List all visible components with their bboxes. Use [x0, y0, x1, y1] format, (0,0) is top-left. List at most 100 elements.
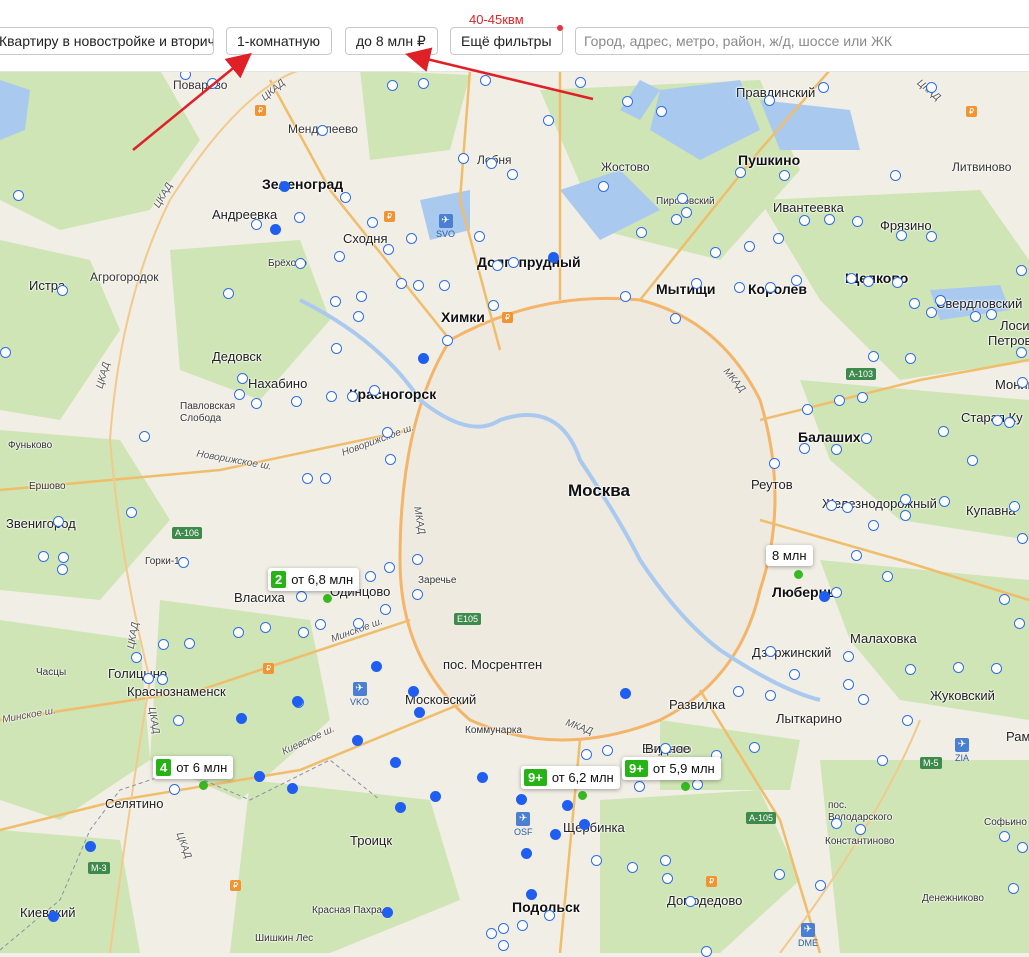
rooms-button[interactable]: 1-комнатную	[226, 27, 332, 55]
listing-marker[interactable]	[178, 557, 189, 568]
listing-marker[interactable]	[735, 167, 746, 178]
listing-marker[interactable]	[953, 662, 964, 673]
listing-marker-filled[interactable]	[414, 707, 425, 718]
listing-marker[interactable]	[353, 618, 364, 629]
listing-marker[interactable]	[774, 869, 785, 880]
listing-marker-filled[interactable]	[819, 591, 830, 602]
listing-marker[interactable]	[999, 594, 1010, 605]
listing-marker[interactable]	[765, 646, 776, 657]
listing-marker-filled[interactable]	[477, 772, 488, 783]
listing-marker[interactable]	[58, 552, 69, 563]
listing-marker[interactable]	[57, 564, 68, 575]
listing-marker[interactable]	[902, 715, 913, 726]
listing-marker[interactable]	[765, 690, 776, 701]
listing-marker[interactable]	[926, 231, 937, 242]
listing-marker[interactable]	[251, 219, 262, 230]
listing-marker[interactable]	[861, 433, 872, 444]
listing-marker[interactable]	[340, 192, 351, 203]
listing-marker[interactable]	[831, 818, 842, 829]
listing-marker[interactable]	[701, 946, 712, 957]
listing-marker[interactable]	[458, 153, 469, 164]
listing-marker[interactable]	[575, 77, 586, 88]
listing-marker[interactable]	[769, 458, 780, 469]
cluster-pin[interactable]	[794, 570, 803, 579]
listing-marker[interactable]	[691, 278, 702, 289]
listing-marker[interactable]	[733, 686, 744, 697]
ruble-poi-icon[interactable]: ₽	[263, 663, 274, 674]
listing-marker[interactable]	[173, 715, 184, 726]
ruble-poi-icon[interactable]: ₽	[230, 880, 241, 891]
listing-marker[interactable]	[662, 873, 673, 884]
listing-marker[interactable]	[169, 784, 180, 795]
listing-marker[interactable]	[13, 190, 24, 201]
listing-marker[interactable]	[488, 300, 499, 311]
ruble-poi-icon[interactable]: ₽	[706, 876, 717, 887]
listing-marker[interactable]	[636, 227, 647, 238]
listing-marker[interactable]	[486, 158, 497, 169]
listing-marker[interactable]	[367, 217, 378, 228]
listing-marker[interactable]	[799, 443, 810, 454]
listing-marker-filled[interactable]	[579, 819, 590, 830]
listing-marker[interactable]	[938, 426, 949, 437]
listing-marker-filled[interactable]	[279, 181, 290, 192]
airport-vko[interactable]: ✈ VKO	[350, 682, 369, 707]
listing-marker[interactable]	[1009, 501, 1020, 512]
listing-marker[interactable]	[986, 309, 997, 320]
listing-marker[interactable]	[799, 215, 810, 226]
cluster-pin[interactable]	[323, 594, 332, 603]
listing-marker[interactable]	[744, 241, 755, 252]
listing-marker[interactable]	[1016, 265, 1027, 276]
listing-marker[interactable]	[384, 562, 395, 573]
listing-marker[interactable]	[1017, 842, 1028, 853]
listing-marker[interactable]	[710, 247, 721, 258]
listing-marker[interactable]	[926, 307, 937, 318]
listing-marker[interactable]	[492, 260, 503, 271]
listing-marker[interactable]	[251, 398, 262, 409]
cluster-bubble[interactable]: 9+ от 6,2 млн	[521, 766, 620, 789]
listing-marker[interactable]	[991, 663, 1002, 674]
listing-marker-filled[interactable]	[371, 661, 382, 672]
listing-marker[interactable]	[158, 639, 169, 650]
listing-marker[interactable]	[0, 347, 11, 358]
listing-marker[interactable]	[846, 273, 857, 284]
listing-marker[interactable]	[634, 781, 645, 792]
listing-marker[interactable]	[905, 664, 916, 675]
listing-marker[interactable]	[413, 280, 424, 291]
listing-marker[interactable]	[843, 679, 854, 690]
listing-marker-filled[interactable]	[352, 735, 363, 746]
listing-marker[interactable]	[294, 212, 305, 223]
listing-marker[interactable]	[685, 896, 696, 907]
listing-marker[interactable]	[412, 589, 423, 600]
listing-marker[interactable]	[383, 244, 394, 255]
listing-marker-filled[interactable]	[548, 252, 559, 263]
listing-marker[interactable]	[868, 520, 879, 531]
listing-marker[interactable]	[260, 622, 271, 633]
listing-marker[interactable]	[412, 554, 423, 565]
ruble-poi-icon[interactable]: ₽	[384, 211, 395, 222]
listing-marker-filled[interactable]	[550, 829, 561, 840]
listing-marker[interactable]	[900, 494, 911, 505]
listing-marker[interactable]	[517, 920, 528, 931]
listing-marker[interactable]	[764, 95, 775, 106]
listing-marker[interactable]	[382, 427, 393, 438]
listing-marker[interactable]	[369, 385, 380, 396]
listing-marker-filled[interactable]	[395, 802, 406, 813]
listing-marker[interactable]	[992, 415, 1003, 426]
listing-marker[interactable]	[315, 619, 326, 630]
listing-marker[interactable]	[1008, 883, 1019, 894]
ruble-poi-icon[interactable]: ₽	[255, 105, 266, 116]
listing-marker[interactable]	[157, 674, 168, 685]
listing-marker-filled[interactable]	[418, 353, 429, 364]
listing-marker[interactable]	[842, 502, 853, 513]
airport-zia[interactable]: ✈ ZIA	[955, 738, 969, 763]
listing-marker[interactable]	[824, 214, 835, 225]
listing-marker[interactable]	[1017, 533, 1028, 544]
cluster-bubble[interactable]: 9+ от 5,9 млн	[622, 757, 721, 780]
listing-marker[interactable]	[802, 404, 813, 415]
listing-marker[interactable]	[356, 291, 367, 302]
ruble-poi-icon[interactable]: ₽	[966, 106, 977, 117]
listing-marker-filled[interactable]	[526, 889, 537, 900]
listing-marker[interactable]	[486, 928, 497, 939]
listing-marker[interactable]	[670, 313, 681, 324]
listing-marker-filled[interactable]	[85, 841, 96, 852]
